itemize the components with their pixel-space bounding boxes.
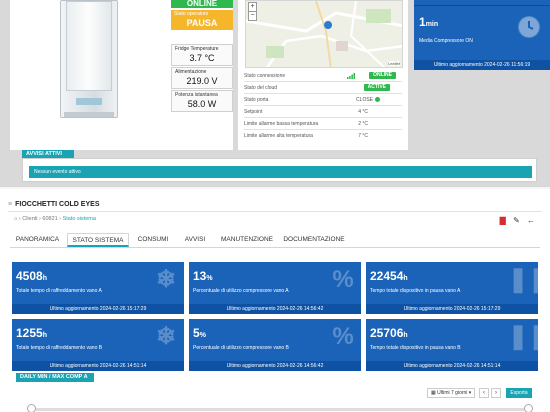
- operator-status-value: PAUSA: [186, 18, 218, 28]
- door-status-dot-icon: [375, 97, 380, 103]
- pause-icon: ❚❚: [508, 266, 538, 293]
- breadcrumb-current: Stato sistema: [62, 216, 96, 222]
- status-row-door: Stato porta CLOSE: [244, 94, 402, 106]
- signal-icon: [347, 73, 355, 79]
- stat-pause-time-b: 25706h Tempo totale dispositivo in pausa…: [366, 319, 538, 371]
- metric-power-supply: Alimentazione 219.0 V: [171, 67, 233, 89]
- device-status-card: + − Leaflet Stato connessione ONLINE Sta…: [238, 0, 408, 150]
- edit-icon[interactable]: ✎: [513, 216, 520, 225]
- tab-maintenance[interactable]: MANUTENZIONE: [215, 233, 279, 247]
- compressor-average-value: 1: [419, 15, 426, 29]
- breadcrumb-clients[interactable]: Clienti: [22, 216, 37, 222]
- export-button[interactable]: Esporta: [506, 388, 532, 398]
- metric-instant-power: Potenza istantanea 58.0 W: [171, 90, 233, 112]
- page-actions: ▇ ✎ ←: [495, 216, 535, 225]
- snowflake-icon: ❄: [155, 266, 177, 293]
- location-map[interactable]: + − Leaflet: [245, 0, 403, 68]
- date-range-select[interactable]: ▦ Ultimi 7 giorni ▾: [427, 388, 476, 398]
- connection-status-badge: ONLINE: [369, 72, 396, 79]
- tab-alerts[interactable]: AVVISI: [177, 233, 213, 247]
- cloud-status-badge: ACTIVE: [363, 84, 390, 91]
- status-row-low-temp-limit: Limite allarme bassa temperatura 2 °C: [244, 118, 402, 130]
- stat-cooling-time-b: 1255h Totale tempo di raffreddamento van…: [12, 319, 184, 371]
- zoom-out-button[interactable]: −: [248, 11, 257, 21]
- compressor-average-updated: Ultimo aggiornamento 2024-02-26 11:56:19: [414, 60, 550, 70]
- pause-icon: ❚❚: [508, 323, 538, 350]
- device-overview-panel: ONLINE Stato operatore PAUSA Fridge Temp…: [0, 0, 550, 186]
- status-row-connection: Stato connessione ONLINE: [244, 70, 402, 82]
- stat-cooling-time-a: 4508h Totale tempo di raffreddamento van…: [12, 262, 184, 314]
- tab-documentation[interactable]: DOCUMENTAZIONE: [281, 233, 347, 247]
- online-badge: ONLINE: [171, 0, 233, 8]
- map-attribution[interactable]: Leaflet: [387, 61, 400, 66]
- back-arrow-icon[interactable]: ←: [527, 216, 535, 225]
- stat-pause-time-a: 22454h Tempo totale dispositivo in pausa…: [366, 262, 538, 314]
- date-range-slider[interactable]: [30, 408, 530, 411]
- clock-icon: [518, 16, 540, 38]
- stat-compressor-usage-b: 5% Percentuale di utilizzo compressore v…: [189, 319, 361, 371]
- setpoint-value: 4 °C: [358, 109, 368, 115]
- status-row-high-temp-limit: Limite allarme alta temperatura 7 °C: [244, 130, 402, 142]
- pdf-icon[interactable]: ▇: [500, 216, 506, 225]
- system-status-panel: ≡ FIOCCHETTI COLD EYES ⌂ › Clienti › 6082…: [0, 187, 550, 412]
- compressor-average-card: 1min Media Compressore ON Ultimo aggiorn…: [414, 0, 550, 70]
- high-temp-limit-value: 7 °C: [358, 133, 368, 139]
- home-icon[interactable]: ⌂: [14, 216, 17, 222]
- device-info-card: ONLINE Stato operatore PAUSA Fridge Temp…: [10, 0, 233, 150]
- status-row-cloud: Stato del cloud ACTIVE: [244, 82, 402, 94]
- slider-start-handle[interactable]: [27, 404, 36, 412]
- status-row-setpoint: Setpoint 4 °C: [244, 106, 402, 118]
- fridge-image: [60, 0, 118, 118]
- low-temp-limit-value: 2 °C: [358, 121, 368, 127]
- slider-end-handle[interactable]: [524, 404, 533, 412]
- compressor-average-unit: min: [425, 21, 439, 28]
- menu-icon[interactable]: ≡: [8, 201, 12, 208]
- tab-system-status[interactable]: STATO SISTEMA: [67, 233, 129, 247]
- tab-overview[interactable]: PANORAMICA: [10, 233, 65, 247]
- daily-min-max-header: DAILY MIN / MAX COMP A: [16, 373, 94, 382]
- stat-compressor-usage-a: 13% Percentuale di utilizzo compressore …: [189, 262, 361, 314]
- operator-status-badge: Stato operatore PAUSA: [171, 10, 233, 30]
- map-tiles: [246, 1, 402, 67]
- compressor-average-desc: Media Compressore ON: [419, 38, 473, 44]
- breadcrumb: ⌂ › Clienti › 60821 › Stato sistema: [14, 216, 96, 222]
- no-alarms-message: Nessun evento attivo: [29, 166, 532, 178]
- next-period-button[interactable]: ›: [491, 388, 501, 398]
- percent-icon: %: [332, 323, 354, 350]
- active-alarms-box: Nessun evento attivo: [22, 158, 537, 182]
- door-status-value: CLOSE: [356, 97, 373, 103]
- active-alarms-header: AVVISI ATTIVI: [22, 150, 74, 158]
- previous-period-button[interactable]: ‹: [479, 388, 489, 398]
- breadcrumb-device[interactable]: 60821: [42, 216, 57, 222]
- section-title: ≡ FIOCCHETTI COLD EYES: [8, 201, 100, 208]
- percent-icon: %: [332, 266, 354, 293]
- tab-consumption[interactable]: CONSUMI: [131, 233, 175, 247]
- metric-fridge-temperature: Fridge Temperature 3.7 °C: [171, 44, 233, 66]
- snowflake-icon: ❄: [155, 323, 177, 350]
- operator-status-label: Stato operatore: [174, 11, 209, 17]
